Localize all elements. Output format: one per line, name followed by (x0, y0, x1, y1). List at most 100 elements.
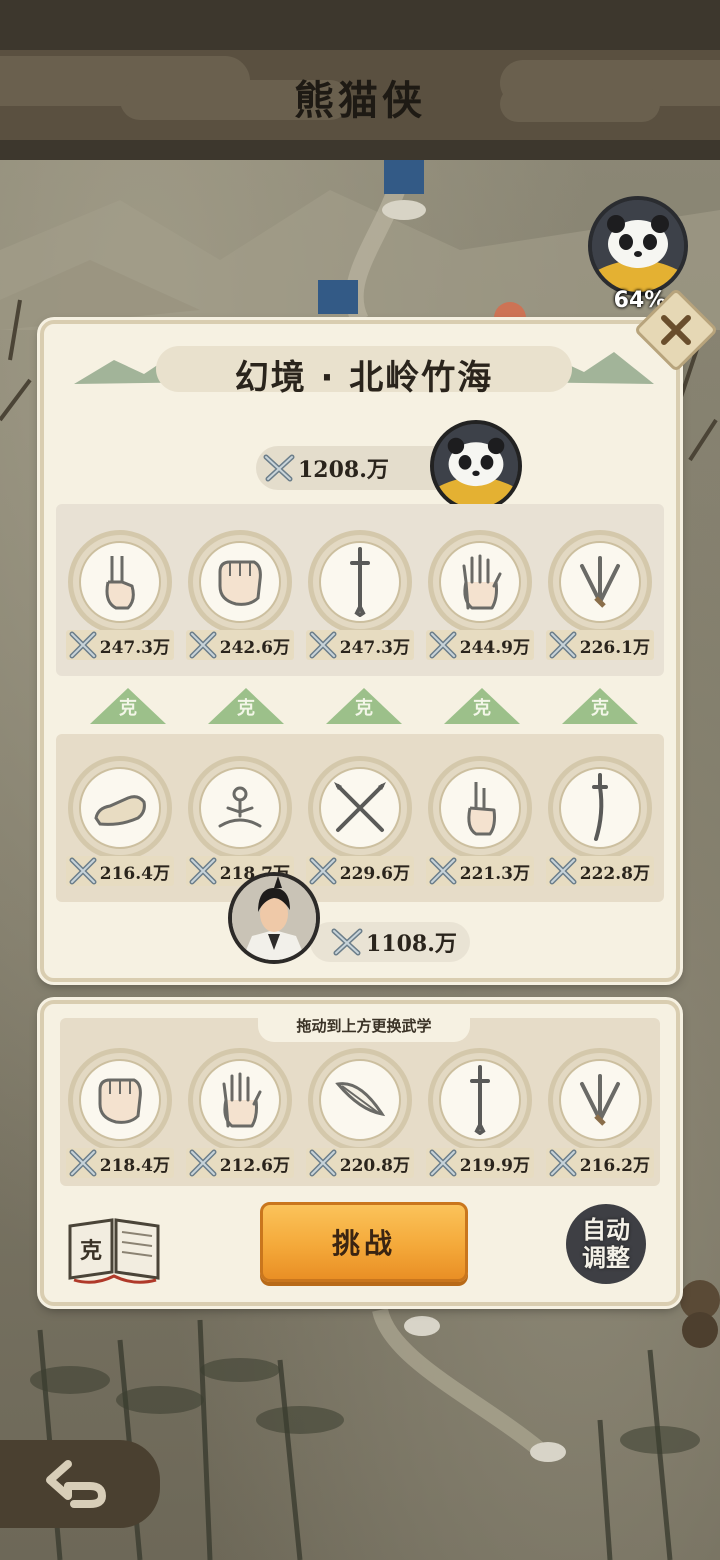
fist-icon (98, 1078, 142, 1124)
enemy-skill-slot[interactable]: 247.3万 (66, 530, 174, 670)
power-tag: 226.1万 (546, 630, 654, 660)
crossed-swords-icon (549, 1149, 577, 1177)
power-value: 212.6万 (219, 1155, 290, 1176)
finger-hand-icon (467, 782, 496, 836)
counter-badge: 克 (444, 688, 520, 724)
inventory-skill-slot[interactable]: 218.4万 (66, 1048, 174, 1188)
book-label: 克 (80, 1238, 102, 1264)
player-panda-avatar[interactable] (588, 196, 688, 296)
power-value: 216.2万 (579, 1155, 650, 1176)
crossed-spears-icon (334, 782, 386, 832)
enemy-skill-slot[interactable]: 244.9万 (426, 530, 534, 670)
inventory-skill-slot[interactable]: 212.6万 (186, 1048, 294, 1188)
power-value: 229.6万 (339, 863, 410, 884)
power-value: 219.9万 (459, 1155, 530, 1176)
close-icon (661, 315, 691, 345)
player-skill-slot[interactable]: 222.8万 (546, 756, 654, 896)
crossed-swords-icon (429, 857, 457, 885)
power-tag: 212.6万 (186, 1148, 294, 1178)
crossed-swords-icon (69, 857, 97, 885)
power-value: 242.6万 (219, 637, 290, 658)
sword-icon (350, 547, 370, 617)
power-tag: 219.9万 (426, 1148, 534, 1178)
crossed-swords-icon (309, 1149, 337, 1177)
crossed-swords-icon (309, 631, 337, 659)
throwing-knives-icon (580, 1074, 620, 1126)
enemy-power-value: 1208.万 (298, 457, 389, 483)
drag-hint: 拖动到上方更换武学 (258, 1008, 470, 1042)
power-value: 218.4万 (99, 1155, 170, 1176)
power-value: 221.3万 (459, 863, 530, 884)
palm-icon (222, 1072, 262, 1128)
power-value: 220.8万 (339, 1155, 410, 1176)
enemy-skill-slot[interactable]: 242.6万 (186, 530, 294, 670)
power-tag: 216.4万 (66, 856, 174, 886)
power-tag: 222.8万 (546, 856, 654, 886)
hero-power: 1108.万 (310, 922, 470, 962)
enemy-panda-avatar (430, 420, 522, 512)
inventory-skill-slot[interactable]: 220.8万 (306, 1048, 414, 1188)
meditation-icon (218, 786, 262, 828)
back-arrow-icon (46, 1460, 106, 1508)
enemy-skill-slot[interactable]: 226.1万 (546, 530, 654, 670)
auto-adjust-label-line2: 调整 (582, 1244, 630, 1272)
inventory-panel: 拖动到上方更换武学 218.4万 212.6万 220.8万 219.9万 21… (40, 1000, 680, 1306)
back-button[interactable] (0, 1440, 160, 1528)
enemy-skill-slot[interactable]: 247.3万 (306, 530, 414, 670)
counter-badge: 克 (562, 688, 638, 724)
hero-avatar (228, 872, 320, 964)
shoe-icon (94, 795, 146, 826)
counter-badge: 克 (208, 688, 284, 724)
page-title: 熊猫侠 (294, 78, 426, 124)
power-tag: 229.6万 (306, 856, 414, 886)
player-skill-slot[interactable]: 221.3万 (426, 756, 534, 896)
crossed-swords-icon (189, 631, 217, 659)
auto-adjust-label-line1: 自动 (582, 1216, 630, 1244)
counter-book-button[interactable]: 克 (64, 1210, 164, 1286)
crossed-swords-icon (309, 857, 337, 885)
hero-power-value: 1108.万 (366, 931, 457, 957)
power-value: 222.8万 (579, 863, 650, 884)
power-value: 247.3万 (339, 637, 410, 658)
throwing-knives-icon (580, 556, 620, 608)
feather-icon (335, 1082, 386, 1117)
power-tag: 218.4万 (66, 1148, 174, 1178)
crossed-swords-icon (69, 631, 97, 659)
crossed-swords-icon (69, 1149, 97, 1177)
crossed-swords-icon (263, 454, 295, 482)
panda-icon (434, 424, 518, 508)
fist-icon (218, 560, 262, 606)
crossed-swords-icon (549, 857, 577, 885)
power-tag: 247.3万 (306, 630, 414, 660)
power-value: 244.9万 (459, 637, 530, 658)
crossed-swords-icon (189, 857, 217, 885)
power-value: 226.1万 (579, 637, 650, 658)
swordsman-portrait-icon (232, 876, 316, 960)
battle-panel: 幻境 · 北岭竹海 1208.万 247.3万 242.6万 247.3万 24… (40, 287, 719, 982)
power-tag: 242.6万 (186, 630, 294, 660)
player-skill-slot[interactable]: 229.6万 (306, 756, 414, 896)
power-tag: 220.8万 (306, 1148, 414, 1178)
book-icon: 克 (68, 1218, 160, 1284)
saber-icon (592, 773, 608, 841)
counter-badge: 克 (326, 688, 402, 724)
inventory-skill-slot[interactable]: 216.2万 (546, 1048, 654, 1188)
crossed-swords-icon (549, 631, 577, 659)
sword-icon (470, 1065, 490, 1135)
player-skill-slot[interactable]: 216.4万 (66, 756, 174, 896)
power-tag: 216.2万 (546, 1148, 654, 1178)
counter-badge: 克 (90, 688, 166, 724)
power-tag: 244.9万 (426, 630, 534, 660)
crossed-swords-icon (331, 928, 363, 956)
crossed-swords-icon (189, 1149, 217, 1177)
power-value: 216.4万 (99, 863, 170, 884)
two-finger-hand-icon (105, 556, 135, 610)
panda-icon (592, 200, 684, 292)
power-value: 247.3万 (99, 637, 170, 658)
challenge-button[interactable]: 挑战 (260, 1202, 468, 1282)
palm-icon (462, 554, 502, 610)
inventory-skill-slot[interactable]: 219.9万 (426, 1048, 534, 1188)
auto-adjust-button[interactable]: 自动 调整 (566, 1204, 646, 1284)
crossed-swords-icon (429, 1149, 457, 1177)
power-tag: 221.3万 (426, 856, 534, 886)
